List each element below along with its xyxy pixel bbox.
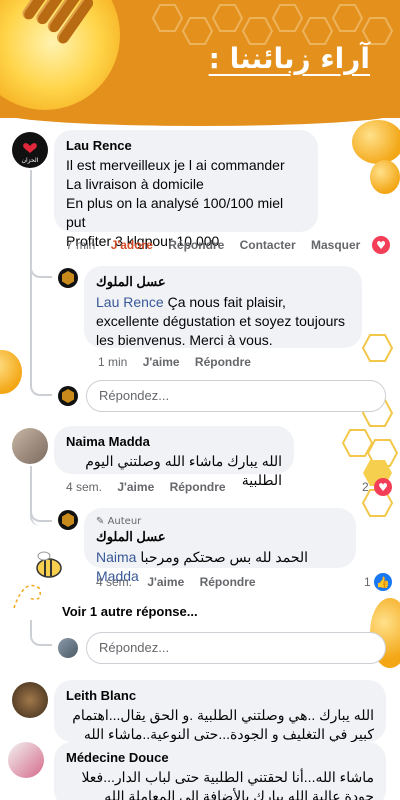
comment-actions: 7 min J'adore Répondre Contacter Masquer: [66, 238, 372, 252]
author-badge: ✎ Auteur: [96, 516, 142, 527]
reply-bubble: ✎ Auteur عسل الملوك الحمد لله بس صحتكم و…: [84, 508, 356, 584]
comment-author[interactable]: Médecine Douce: [66, 750, 374, 765]
reply-button[interactable]: Répondre: [195, 355, 251, 369]
love-reaction-icon: ♥: [372, 236, 390, 254]
love-reaction-button[interactable]: J'adore: [111, 238, 153, 252]
honey-drop-decoration: [0, 350, 22, 394]
comment-time: 4 sem.: [96, 575, 133, 589]
comment-line: En plus on la analysé 100/100 miel put: [66, 195, 284, 230]
comment-author[interactable]: Leith Blanc: [66, 688, 374, 703]
view-more-replies-link[interactable]: Voir 1 autre réponse...: [62, 604, 198, 619]
page-title: آراء زبائننا :: [208, 42, 370, 75]
comment-bubble: Médecine Douce ماشاء الله...أنا لحقتني ا…: [54, 742, 386, 800]
hide-button[interactable]: Masquer: [311, 238, 360, 252]
reply-button[interactable]: Répondre: [170, 480, 226, 494]
reply-input[interactable]: Répondez...: [86, 380, 386, 412]
avatar[interactable]: [12, 682, 48, 718]
comment-bubble: Naima Madda الله يبارك ماشاء الله وصلتني…: [54, 426, 294, 488]
comment-bubble: Leith Blanc الله يبارك ..هي وصلتني الطلب…: [54, 680, 386, 742]
thread-connector: [30, 270, 52, 396]
reply-input[interactable]: Répondez...: [86, 632, 386, 664]
comment-author[interactable]: عسل الملوك: [96, 274, 350, 290]
like-button[interactable]: J'aime: [143, 355, 180, 369]
comment-actions: 4 sem. J'aime Répondre: [66, 480, 238, 494]
reaction-count: 1: [364, 575, 371, 589]
page-avatar: [58, 386, 78, 406]
comment-bubble: Lau Rence Il est merveilleux je l ai com…: [54, 130, 318, 249]
comment-author[interactable]: عسل الملوك: [96, 529, 344, 545]
thread-connector: [30, 380, 52, 396]
honey-logo-icon: [62, 513, 74, 527]
page-avatar[interactable]: [58, 510, 78, 530]
comment-time: 1 min: [98, 355, 128, 369]
user-avatar: [58, 638, 78, 658]
honey-drop-decoration: [352, 120, 400, 164]
avatar[interactable]: [8, 742, 44, 778]
comment-time: 7 min: [66, 238, 96, 252]
comment-text: الله يبارك ..هي وصلتني الطلبية .و الحق ي…: [72, 707, 374, 742]
honey-logo-icon: [62, 389, 74, 403]
comment-line: Il est merveilleux je l ai commander: [66, 157, 285, 173]
comment-author[interactable]: Lau Rence: [66, 138, 306, 153]
svg-text:الحزان: الحزان: [22, 157, 39, 164]
avatar[interactable]: [12, 428, 48, 464]
comment-actions: 1 min J'aime Répondre: [98, 355, 263, 369]
thread-connector: [30, 170, 52, 278]
like-button[interactable]: J'aime: [147, 575, 184, 589]
page-avatar[interactable]: [58, 268, 78, 288]
comment-text: ماشاء الله...أنا لحقتني الطلبية حتى لباب…: [81, 769, 374, 800]
header-banner: آراء زبائننا :: [0, 0, 400, 118]
honey-logo-icon: [62, 271, 74, 285]
thread-connector: [30, 506, 52, 522]
heart-logo-icon: الحزان: [22, 143, 39, 164]
comment-time: 4 sem.: [66, 480, 103, 494]
like-button[interactable]: J'aime: [117, 480, 154, 494]
reply-button[interactable]: Répondre: [200, 575, 256, 589]
love-reaction-icon[interactable]: ♥: [374, 478, 392, 496]
comment-actions: 4 sem. J'aime Répondre: [96, 575, 268, 589]
reply-text: الحمد لله بس صحتكم ومرحبا: [136, 549, 309, 565]
banner-drip: [0, 110, 400, 126]
thread-connector: [30, 620, 52, 646]
reply-bubble: عسل الملوك Lau Rence Ça nous fait plaisi…: [84, 266, 362, 348]
avatar[interactable]: الحزان: [12, 132, 48, 168]
mention-link[interactable]: Lau Rence: [96, 294, 164, 310]
reply-button[interactable]: Répondre: [168, 238, 224, 252]
pen-icon: ✎: [96, 516, 105, 527]
comment-author[interactable]: Naima Madda: [66, 434, 282, 449]
contact-button[interactable]: Contacter: [240, 238, 296, 252]
reaction-count: 2: [362, 480, 369, 494]
honey-drop-decoration: [370, 160, 400, 194]
like-reaction-icon[interactable]: 👍: [374, 573, 392, 591]
comment-line: La livraison à domicile: [66, 176, 204, 192]
